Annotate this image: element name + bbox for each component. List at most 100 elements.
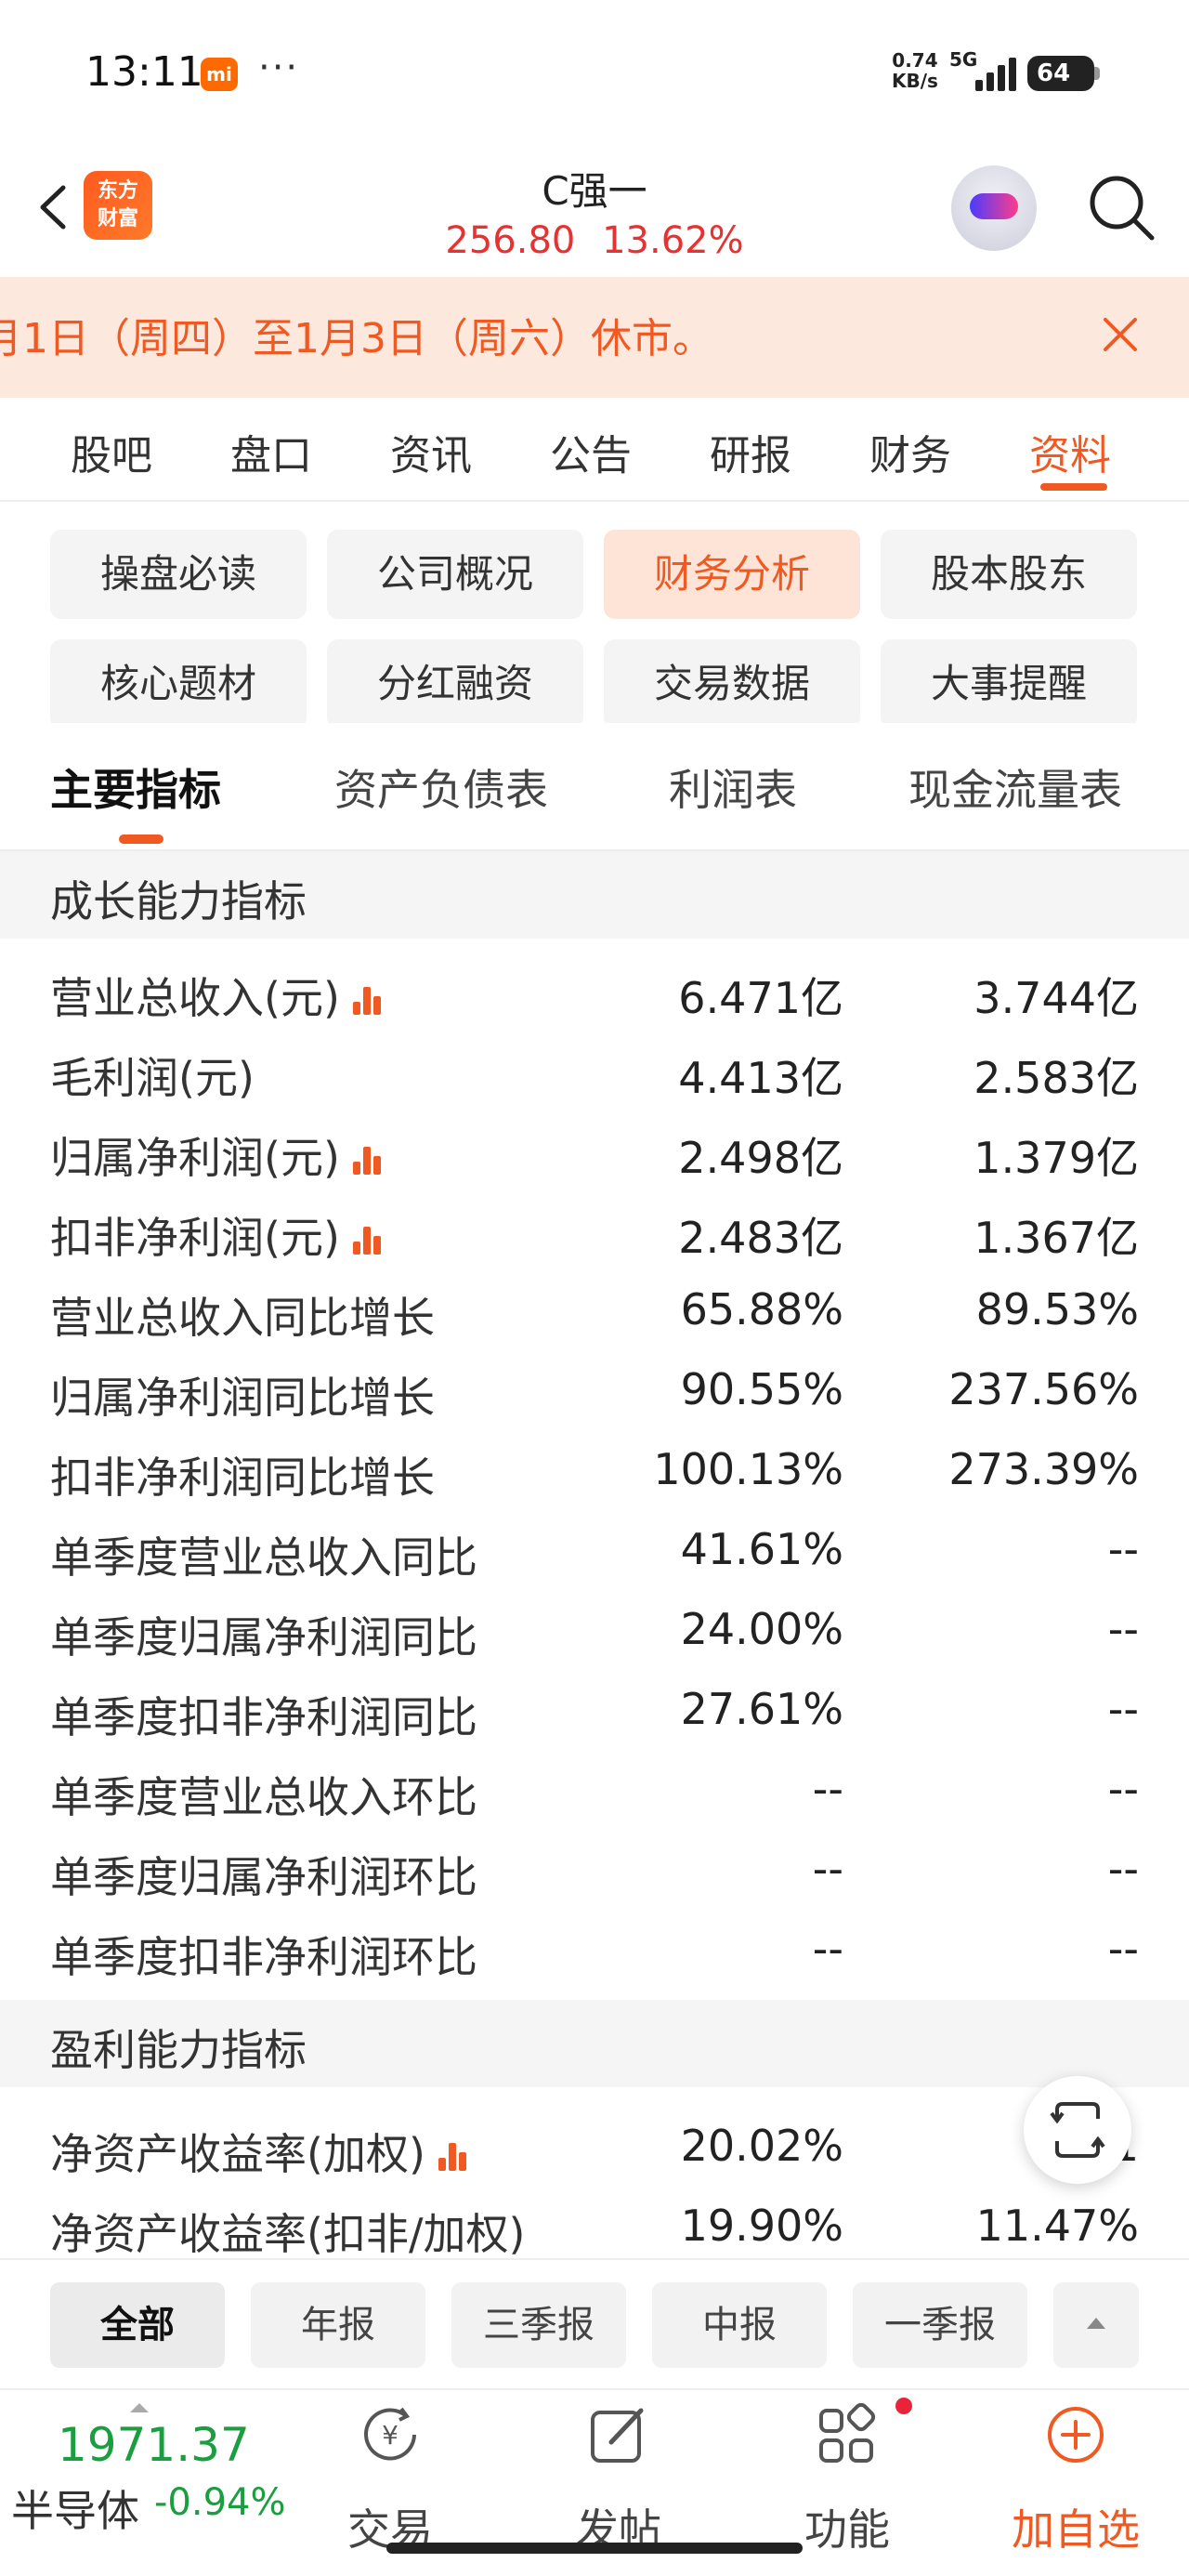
network-type: 5G <box>949 48 978 71</box>
collapse-up-icon[interactable] <box>1053 2282 1139 2368</box>
indicator-label: 归属净利润同比增长 <box>50 1364 435 1426</box>
table-row[interactable]: 单季度扣非净利润同比 27.61% -- <box>0 1671 1189 1751</box>
caret-up-icon <box>130 2403 149 2412</box>
indicator-label: 归属净利润(元) <box>50 1124 381 1186</box>
tab-news[interactable]: 资讯 <box>390 422 472 481</box>
table-row[interactable]: 扣非净利润(元) 2.483亿 1.367亿 <box>0 1191 1189 1271</box>
sector-change[interactable]: -0.94% <box>154 2481 286 2524</box>
indicator-label: 营业总收入同比增长 <box>50 1284 435 1346</box>
subtab-cash-flow[interactable]: 现金流量表 <box>908 756 1122 818</box>
period-q1[interactable]: 一季报 <box>853 2282 1027 2368</box>
subtab-balance-sheet[interactable]: 资产负债表 <box>334 756 548 818</box>
table-row[interactable]: 营业总收入同比增长 65.88% 89.53% <box>0 1271 1189 1351</box>
indicator-label-text: 毛利润(元) <box>50 1053 255 1103</box>
stock-name: C强一 <box>542 168 647 214</box>
grid-icon <box>819 2402 876 2463</box>
tab-pankou[interactable]: 盘口 <box>230 422 312 481</box>
svg-text:¥: ¥ <box>382 2420 399 2451</box>
bar-chart-icon[interactable] <box>438 2141 466 2171</box>
nav-add-watchlist[interactable]: 加自选 <box>1001 2401 1150 2559</box>
value-latest: 24.00% <box>680 1604 843 1654</box>
table-row[interactable]: 净资产收益率(扣非/加权) 19.90% 11.47% <box>0 2188 1189 2267</box>
table-row[interactable]: 单季度归属净利润同比 24.00% -- <box>0 1591 1189 1671</box>
tab-announcements[interactable]: 公告 <box>550 422 632 481</box>
table-row[interactable]: 扣非净利润同比增长 100.13% 273.39% <box>0 1431 1189 1511</box>
period-annual[interactable]: 年报 <box>251 2282 425 2368</box>
search-icon[interactable] <box>1081 167 1159 245</box>
period-half[interactable]: 中报 <box>652 2282 827 2368</box>
close-icon[interactable] <box>1096 310 1144 359</box>
tab-profile[interactable]: 资料 <box>1029 422 1111 481</box>
subtab-income-statement[interactable]: 利润表 <box>669 756 797 818</box>
indicator-label: 扣非净利润同比增长 <box>50 1444 435 1505</box>
table-row[interactable]: 毛利润(元) 4.413亿 2.583亿 <box>0 1032 1189 1111</box>
category-share-capital[interactable]: 股本股东 <box>881 530 1137 619</box>
value-latest: 100.13% <box>653 1444 843 1494</box>
category-events[interactable]: 大事提醒 <box>881 639 1137 729</box>
back-arrow-icon[interactable] <box>26 175 82 240</box>
period-all[interactable]: 全部 <box>50 2282 225 2368</box>
bar-chart-icon[interactable] <box>352 1225 381 1255</box>
stock-price: 256.80 <box>445 219 576 262</box>
logo-text-line2: 财富 <box>97 207 138 230</box>
table-row[interactable]: 单季度营业总收入同比 41.61% -- <box>0 1511 1189 1591</box>
value-latest: 19.90% <box>680 2201 843 2251</box>
value-previous: 1.367亿 <box>973 1213 1139 1263</box>
value-latest: 6.471亿 <box>678 973 843 1023</box>
value-latest: 65.88% <box>680 1284 843 1334</box>
table-row[interactable]: 净资产收益率(加权)20.02%1 <box>0 2108 1189 2188</box>
notification-dot <box>895 2398 912 2414</box>
nav-trade[interactable]: ¥ 交易 <box>316 2401 464 2559</box>
table-row[interactable]: 营业总收入(元) 6.471亿 3.744亿 <box>0 952 1189 1032</box>
value-previous: 2.583亿 <box>973 1053 1139 1103</box>
bar-chart-icon[interactable] <box>352 985 381 1015</box>
category-core-themes[interactable]: 核心题材 <box>50 639 307 729</box>
value-previous: -- <box>1107 1524 1139 1574</box>
active-subtab-indicator <box>119 835 163 844</box>
category-company-overview[interactable]: 公司概况 <box>327 530 583 619</box>
stock-change-pct: 13.62% <box>602 219 744 262</box>
status-bar: 13:11 mi ··· 0.74 KB/s 5G 64 <box>0 0 1189 149</box>
indicator-label-text: 单季度归属净利润环比 <box>50 1852 477 1902</box>
net-speed-value: 0.74 <box>892 49 938 72</box>
value-latest: 2.483亿 <box>678 1213 843 1263</box>
ai-assistant-avatar[interactable] <box>951 165 1037 251</box>
indicator-label: 单季度扣非净利润同比 <box>50 1684 477 1745</box>
bar-chart-icon[interactable] <box>352 1145 381 1175</box>
value-previous: -- <box>1107 1684 1139 1734</box>
section-title: 盈利能力指标 <box>50 2025 307 2075</box>
sector-name[interactable]: 半导体 <box>11 2477 139 2539</box>
category-dividends[interactable]: 分红融资 <box>327 639 583 729</box>
value-previous: 3.744亿 <box>973 973 1139 1023</box>
table-row[interactable]: 单季度扣非净利润环比 -- -- <box>0 1911 1189 1991</box>
category-financial-analysis[interactable]: 财务分析 <box>604 530 860 619</box>
period-q3[interactable]: 三季报 <box>451 2282 626 2368</box>
category-trading-data[interactable]: 交易数据 <box>604 639 860 729</box>
indicator-label-text: 净资产收益率(扣非/加权) <box>50 2209 526 2259</box>
status-time: 13:11 <box>85 48 203 96</box>
indicator-label-text: 扣非净利润(元) <box>50 1213 340 1263</box>
switch-view-button[interactable] <box>1024 2076 1131 2184</box>
value-previous: -- <box>1107 1844 1139 1894</box>
battery-icon: 64 <box>1027 56 1100 91</box>
net-speed: 0.74 KB/s <box>892 50 938 91</box>
table-row[interactable]: 单季度归属净利润环比 -- -- <box>0 1831 1189 1911</box>
value-previous: 1.379亿 <box>973 1133 1139 1183</box>
subtab-key-indicators[interactable]: 主要指标 <box>50 756 221 818</box>
value-previous: 237.56% <box>948 1364 1139 1414</box>
eastmoney-logo[interactable]: 东方 财富 <box>84 171 152 240</box>
table-row[interactable]: 单季度营业总收入环比 -- -- <box>0 1751 1189 1831</box>
tab-guba[interactable]: 股吧 <box>71 422 152 481</box>
value-latest: 90.55% <box>680 1364 843 1414</box>
value-latest: 4.413亿 <box>678 1053 843 1103</box>
category-trading-guide[interactable]: 操盘必读 <box>50 530 307 619</box>
sector-index-value[interactable]: 1971.37 <box>58 2418 250 2472</box>
home-indicator[interactable] <box>386 2543 803 2554</box>
table-row[interactable]: 归属净利润(元) 2.498亿 1.379亿 <box>0 1111 1189 1191</box>
report-period-filter: 全部 年报 三季报 中报 一季报 <box>0 2258 1189 2390</box>
table-row[interactable]: 归属净利润同比增长 90.55% 237.56% <box>0 1351 1189 1431</box>
tab-finance[interactable]: 财务 <box>869 422 951 481</box>
nav-post[interactable]: 发帖 <box>544 2401 693 2559</box>
tab-research[interactable]: 研报 <box>710 422 791 481</box>
nav-functions[interactable]: 功能 <box>773 2401 921 2559</box>
